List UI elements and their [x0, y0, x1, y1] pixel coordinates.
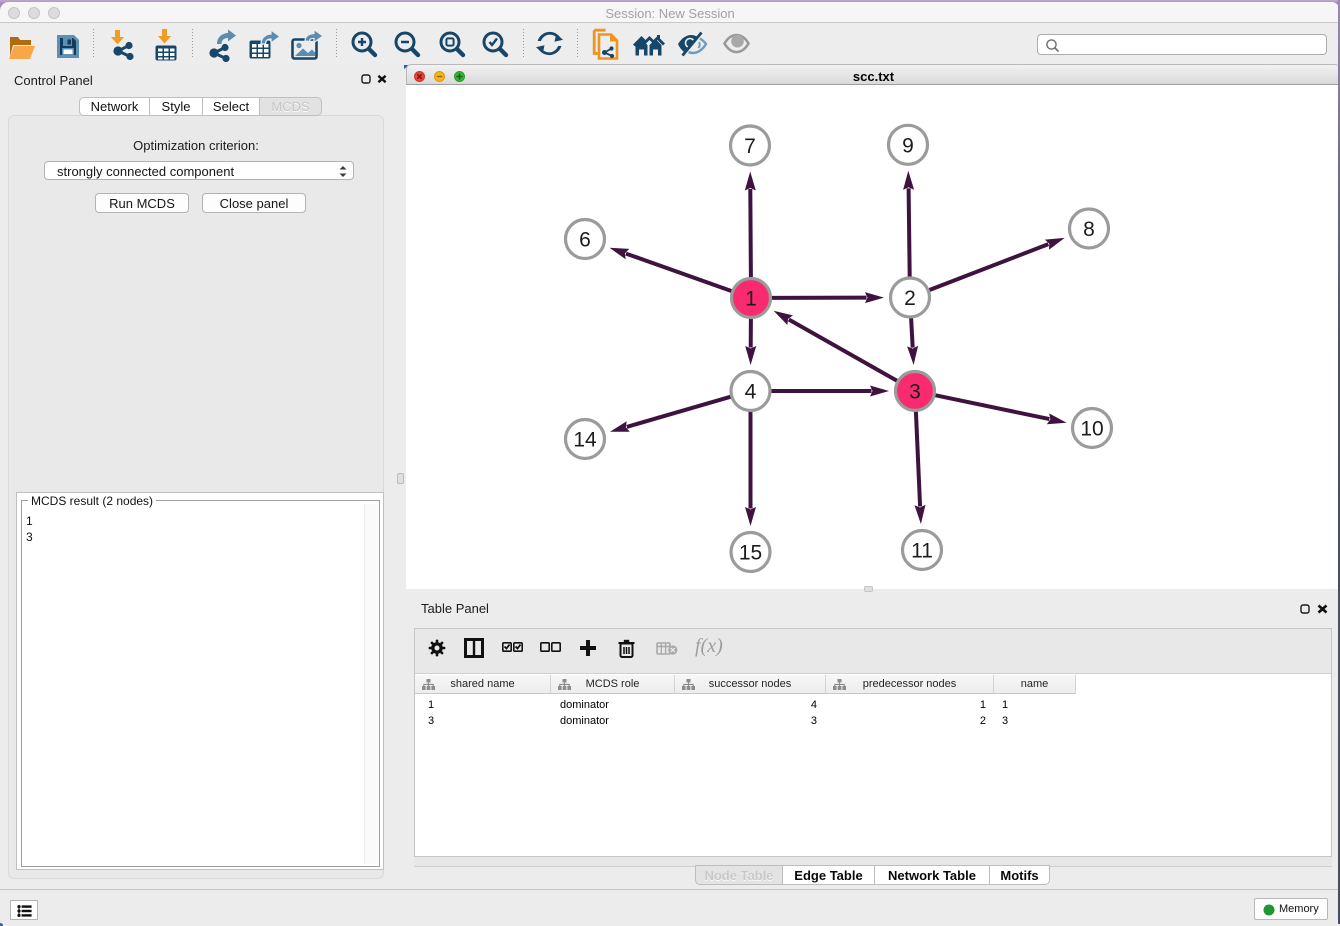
svg-text:14: 14 [573, 429, 597, 452]
svg-text:11: 11 [911, 540, 933, 563]
svg-text:10: 10 [1080, 418, 1103, 441]
svg-text:3: 3 [909, 381, 921, 404]
svg-text:2: 2 [904, 287, 916, 310]
svg-text:9: 9 [902, 134, 914, 157]
svg-text:6: 6 [579, 229, 591, 252]
svg-text:4: 4 [745, 381, 757, 404]
svg-text:1: 1 [745, 288, 757, 311]
svg-text:15: 15 [739, 542, 762, 565]
svg-text:8: 8 [1083, 218, 1095, 241]
svg-text:7: 7 [744, 135, 756, 158]
